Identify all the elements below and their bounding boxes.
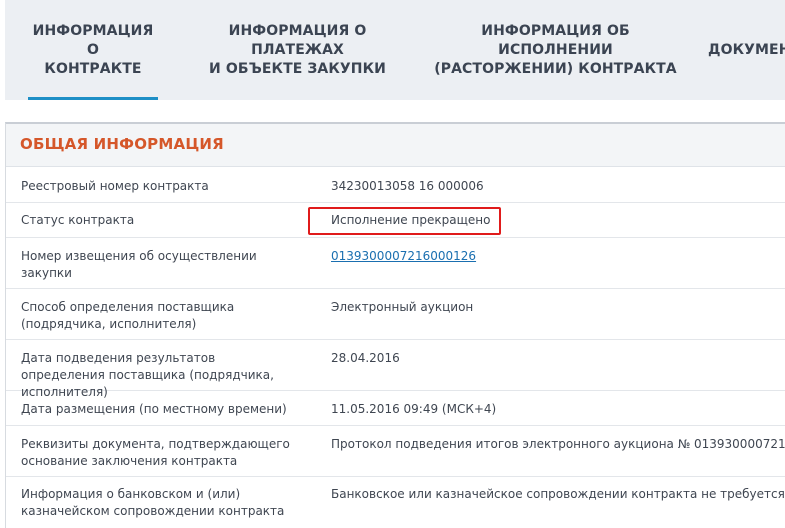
- tab-bar: ИНФОРМАЦИЯ О КОНТРАКТЕ ИНФОРМАЦИЯ О ПЛАТ…: [5, 0, 785, 100]
- table-row: Информация о банковском и (или) казначей…: [6, 477, 785, 528]
- tab-documents[interactable]: ДОКУМЕН: [708, 0, 785, 100]
- table-row: Номер извещения об осуществлении закупки…: [6, 238, 785, 289]
- row-label: Способ определения поставщика (подрядчик…: [21, 300, 235, 331]
- tab-execution-info[interactable]: ИНФОРМАЦИЯ ОБ ИСПОЛНЕНИИ (РАСТОРЖЕНИИ) К…: [433, 0, 678, 100]
- table-row: Дата подведения результатов определения …: [6, 340, 785, 399]
- row-value: Электронный аукцион: [331, 300, 474, 314]
- row-value: 11.05.2016 09:49 (МСК+4): [331, 402, 497, 416]
- row-value: Банковское или казначейское сопровождени…: [331, 487, 785, 501]
- table-row: Реквизиты документа, подтверждающего осн…: [6, 426, 785, 477]
- contract-status-value: Исполнение прекращено: [331, 213, 491, 227]
- notice-number-link[interactable]: 0139300007216000126: [331, 249, 476, 263]
- general-info-section: ОБЩАЯ ИНФОРМАЦИЯ Реестровый номер контра…: [5, 122, 785, 528]
- table-row: Дата размещения (по местному времени) 11…: [6, 391, 785, 426]
- table-row: Способ определения поставщика (подрядчик…: [6, 289, 785, 340]
- section-header: ОБЩАЯ ИНФОРМАЦИЯ: [6, 124, 785, 167]
- tab-payments-info[interactable]: ИНФОРМАЦИЯ О ПЛАТЕЖАХ И ОБЪЕКТЕ ЗАКУПКИ: [185, 0, 410, 100]
- row-value: 28.04.2016: [331, 351, 400, 365]
- section-title: ОБЩАЯ ИНФОРМАЦИЯ: [20, 135, 224, 153]
- row-label: Реквизиты документа, подтверждающего осн…: [21, 437, 290, 468]
- row-label: Номер извещения об осуществлении закупки: [21, 249, 257, 280]
- row-value: Протокол подведения итогов электронного …: [331, 437, 785, 451]
- row-value: 34230013058 16 000006: [331, 179, 484, 193]
- page: ИНФОРМАЦИЯ О КОНТРАКТЕ ИНФОРМАЦИЯ О ПЛАТ…: [0, 0, 785, 528]
- row-value: 0139300007216000126: [331, 248, 785, 265]
- table-row: Реестровый номер контракта 34230013058 1…: [6, 167, 785, 203]
- row-label: Информация о банковском и (или) казначей…: [21, 487, 285, 518]
- table-row: Статус контракта Исполнение прекращено: [6, 203, 785, 238]
- row-label: Реестровый номер контракта: [21, 179, 209, 193]
- row-label: Дата размещения (по местному времени): [21, 402, 287, 416]
- row-label: Статус контракта: [21, 213, 135, 227]
- tab-contract-info[interactable]: ИНФОРМАЦИЯ О КОНТРАКТЕ: [28, 0, 158, 100]
